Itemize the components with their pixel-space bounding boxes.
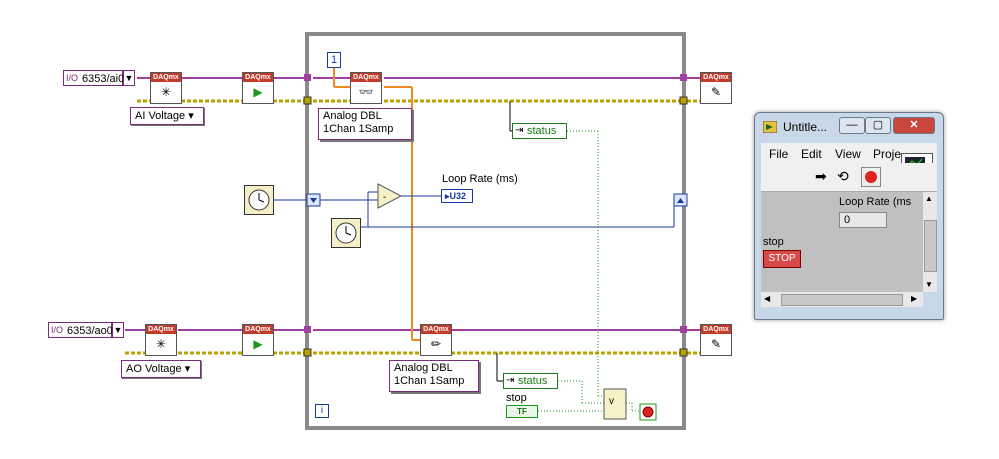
loop-rate-label: Loop Rate (ms)	[442, 173, 518, 185]
tick-count-clock-inside[interactable]	[331, 218, 361, 248]
stop-fp-label: stop	[763, 236, 784, 248]
daqmx-create-channel-ai[interactable]: DAQmx ✳	[150, 72, 182, 104]
stop-sign-icon	[865, 171, 877, 183]
abort-button[interactable]	[861, 167, 881, 187]
create-channel-icon: ✳	[155, 337, 167, 351]
scroll-left-icon[interactable]: ◀	[764, 294, 770, 303]
stop-control-terminal[interactable]: TF	[506, 405, 538, 418]
daqmx-read[interactable]: DAQmx 👓	[350, 72, 382, 104]
toolbar: ➡ ⟲	[761, 163, 937, 192]
timeout-constant[interactable]: 1	[327, 52, 341, 68]
front-panel-area: Loop Rate (ms 0 stop STOP	[761, 192, 923, 292]
loop-rate-fp-label: Loop Rate (ms	[839, 196, 912, 208]
stop-label: stop	[506, 392, 527, 404]
horizontal-scroll-thumb[interactable]	[781, 294, 903, 306]
status-indicator-top[interactable]: ⇥ status	[512, 123, 567, 139]
ao-voltage-ring[interactable]: AO Voltage ▾	[121, 360, 201, 378]
minimize-button[interactable]: —	[839, 117, 865, 134]
read-polymorphic-selector[interactable]: Analog DBL 1Chan 1Samp	[318, 108, 412, 140]
daqmx-start-task-ai[interactable]: DAQmx ▶	[242, 72, 274, 104]
compound-or-node	[603, 388, 627, 420]
unbundle-arrow-icon: ⇥	[515, 125, 524, 136]
ai-channel-constant[interactable]: I/O 6353/ai0	[63, 70, 125, 86]
scroll-down-icon[interactable]: ▼	[925, 280, 933, 289]
svg-text:-: -	[383, 192, 386, 203]
create-channel-icon: ✳	[160, 85, 172, 99]
maximize-button[interactable]: ▢	[865, 117, 891, 134]
write-pencil-icon: ✏	[430, 337, 442, 351]
ai-channel-dropdown[interactable]: ▼	[123, 70, 135, 86]
ao-channel-dropdown[interactable]: ▼	[112, 322, 124, 338]
ao-channel-text: 6353/ao0	[67, 325, 113, 337]
horizontal-scrollbar[interactable]: ◀ ▶	[761, 292, 923, 307]
stop-button[interactable]: STOP	[763, 250, 801, 268]
clock-icon	[335, 222, 357, 244]
clear-task-icon: ✎	[710, 337, 722, 351]
daqmx-clear-task-ai[interactable]: DAQmx ✎	[700, 72, 732, 104]
clock-icon	[248, 189, 270, 211]
start-task-icon: ▶	[253, 337, 263, 351]
daqmx-create-channel-ao[interactable]: DAQmx ✳	[145, 324, 177, 356]
ao-channel-constant[interactable]: I/O 6353/ao0	[48, 322, 113, 338]
run-continuously-icon[interactable]: ⟲	[837, 168, 849, 185]
daqmx-clear-task-ao[interactable]: DAQmx ✎	[700, 324, 732, 356]
menu-project[interactable]: Proje	[873, 147, 901, 161]
write-polymorphic-selector[interactable]: Analog DBL 1Chan 1Samp	[389, 360, 479, 392]
compound-or-glyph: v	[609, 396, 614, 407]
loop-rate-fp-indicator: 0	[839, 212, 887, 228]
io-icon: I/O	[66, 73, 79, 83]
read-glasses-icon: 👓	[358, 85, 374, 99]
iteration-terminal[interactable]: i	[315, 404, 329, 418]
io-icon: I/O	[51, 325, 64, 335]
daqmx-write[interactable]: DAQmx ✏	[420, 324, 452, 356]
ai-channel-text: 6353/ai0	[82, 73, 125, 85]
boolean-wires	[538, 130, 640, 412]
status-indicator-bottom[interactable]: ⇥ status	[503, 373, 558, 389]
window-titlebar[interactable]: Untitle... — ▢ ✕	[755, 113, 943, 141]
menu-view[interactable]: View	[835, 147, 861, 161]
start-task-icon: ▶	[253, 85, 263, 99]
window-title: Untitle...	[783, 120, 828, 134]
close-button[interactable]: ✕	[893, 117, 935, 134]
menu-edit[interactable]: Edit	[801, 147, 822, 161]
front-panel-window: Untitle... — ▢ ✕ File Edit View Proje 2 …	[754, 112, 944, 320]
vertical-scroll-thumb[interactable]	[924, 220, 937, 272]
scroll-up-icon[interactable]: ▲	[925, 194, 933, 203]
unbundle-arrow-icon: ⇥	[506, 375, 515, 386]
clear-task-icon: ✎	[710, 85, 722, 99]
vi-icon	[763, 121, 777, 133]
run-arrow-icon[interactable]: ➡	[815, 168, 827, 185]
daqmx-start-task-ao[interactable]: DAQmx ▶	[242, 324, 274, 356]
scroll-right-icon[interactable]: ▶	[911, 294, 917, 303]
vertical-scrollbar[interactable]: ▲ ▼	[923, 192, 937, 292]
loop-rate-indicator[interactable]: ▸U32	[441, 189, 473, 203]
subtract-node	[377, 183, 403, 209]
tick-count-clock-outside[interactable]	[244, 185, 274, 215]
ai-voltage-ring[interactable]: AI Voltage ▾	[130, 107, 204, 125]
menu-file[interactable]: File	[769, 147, 788, 161]
